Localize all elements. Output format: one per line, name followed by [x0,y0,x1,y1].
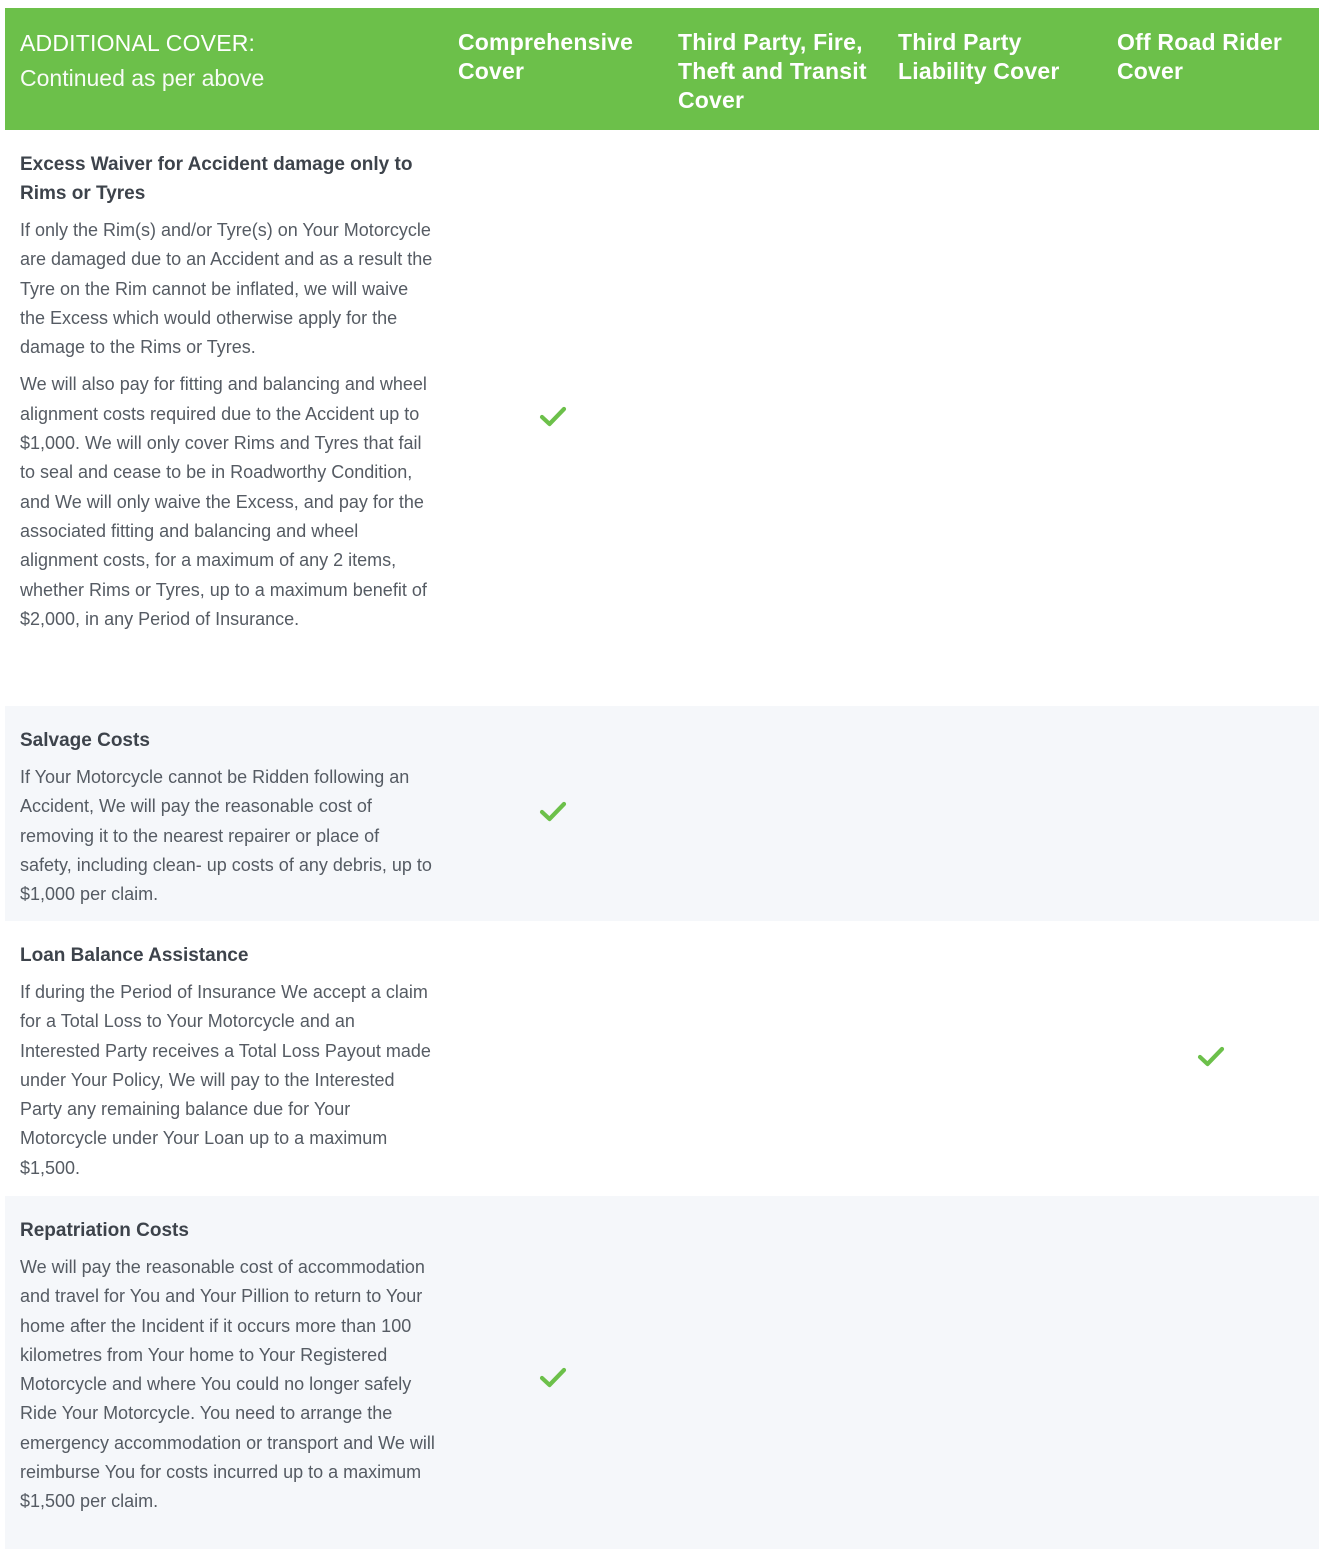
table-row: Excess Waiver for Accident damage only t… [5,130,1319,706]
column-header-off-road-rider: Off Road Rider Cover [1117,29,1283,84]
row-title: Loan Balance Assistance [20,945,249,966]
row-description: If Your Motorcycle cannot be Ridden foll… [20,767,432,905]
column-header-comprehensive: Comprehensive Cover [458,29,634,84]
table-row: Loan Balance Assistance If during the Pe… [5,921,1319,1196]
row-title: Repatriation Costs [20,1220,189,1241]
row-description: If only the Rim(s) and/or Tyre(s) on You… [20,220,433,358]
cover-comparison-table: ADDITIONAL COVER: Continued as per above… [5,8,1319,1549]
check-icon [538,405,568,429]
row-title: Salvage Costs [20,730,150,751]
row-description: We will pay the reasonable cost of accom… [20,1257,435,1512]
check-icon [1196,1045,1226,1069]
check-icon [538,800,568,824]
header-title: ADDITIONAL COVER: [20,30,256,56]
table-row: Repatriation Costs We will pay the reaso… [5,1196,1319,1549]
column-header-third-party-fire-theft: Third Party, Fire, Theft and Transit Cov… [678,29,867,113]
column-header-third-party-liability: Third Party Liability Cover [898,29,1060,84]
header-first-cell: ADDITIONAL COVER: Continued as per above [20,28,440,94]
header-subtitle: Continued as per above [20,65,265,91]
table-header: ADDITIONAL COVER: Continued as per above… [5,8,1319,130]
check-icon [538,1366,568,1390]
table-row: Salvage Costs If Your Motorcycle cannot … [5,706,1319,921]
row-description: We will also pay for fitting and balanci… [20,374,427,629]
row-description: If during the Period of Insurance We acc… [20,982,431,1178]
row-title: Excess Waiver for Accident damage only t… [20,154,413,204]
